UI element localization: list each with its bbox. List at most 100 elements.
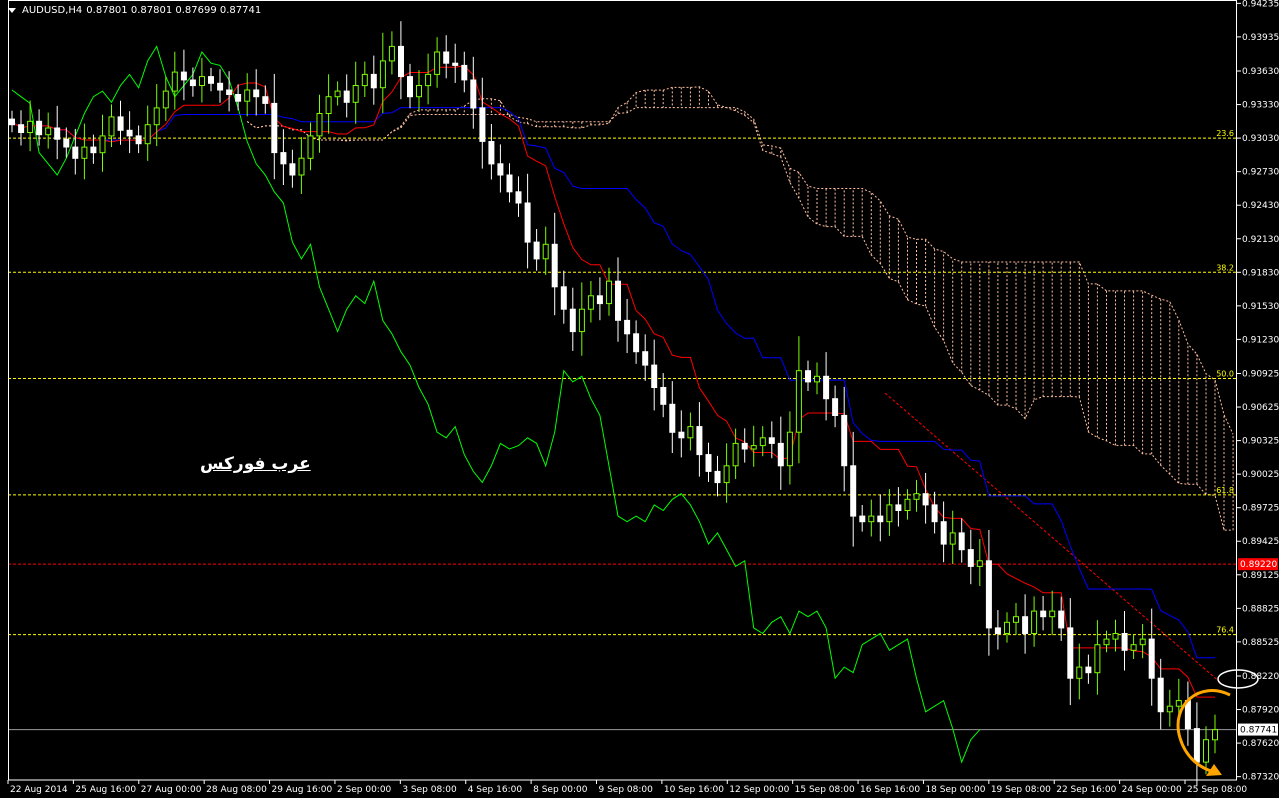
candle: [596, 277, 603, 321]
candle-body: [895, 504, 902, 511]
candle: [54, 105, 61, 160]
candle: [271, 73, 278, 180]
y-tick-label: 0.93630: [1242, 67, 1279, 77]
candle-body: [27, 120, 34, 134]
candle: [407, 63, 413, 109]
ohlc-readout: 0.87801 0.87801 0.87699 0.87741: [86, 4, 262, 16]
y-tick-label: 0.90925: [1242, 370, 1279, 380]
candle-body: [877, 515, 884, 523]
candle-body: [407, 76, 413, 98]
candle-body: [416, 85, 422, 98]
candle: [569, 287, 576, 351]
candle: [434, 37, 441, 88]
candle: [805, 360, 811, 391]
candle-body: [1121, 633, 1128, 651]
x-tick-label: 19 Sep 08:00: [991, 785, 1051, 795]
candle: [108, 104, 115, 147]
y-tick-label: 0.87620: [1242, 739, 1279, 749]
candle-body: [1067, 627, 1074, 679]
candle-body: [226, 89, 233, 95]
candle-body: [208, 76, 214, 84]
candle: [1067, 598, 1074, 706]
y-tick-label: 0.93935: [1242, 33, 1279, 43]
candle: [1004, 612, 1010, 643]
candle-body: [153, 107, 160, 126]
candle-body: [922, 493, 929, 506]
candle-body: [606, 280, 612, 305]
candle-body: [325, 96, 332, 114]
candle: [795, 336, 802, 464]
x-tick-label: 24 Sep 00:00: [1122, 785, 1182, 795]
candle-body: [244, 89, 251, 102]
candle-body: [823, 375, 830, 400]
candle: [777, 416, 784, 490]
y-tick-label: 0.92730: [1242, 168, 1279, 178]
candle-body: [795, 370, 802, 433]
fibonacci-levels: 23.6 38.2 50.0 61.8 76.4: [8, 129, 1237, 636]
candle: [199, 57, 205, 103]
candle-body: [904, 498, 911, 511]
candle-body: [551, 243, 558, 288]
candle-body: [624, 319, 631, 335]
candle: [985, 530, 992, 656]
candle: [27, 100, 34, 152]
candle-body: [1049, 610, 1056, 618]
x-tick-label: 2 Sep 00:00: [337, 785, 392, 795]
candle: [651, 339, 658, 411]
candle: [606, 267, 612, 316]
candle-body: [199, 76, 205, 86]
y-tick-label: 0.87320: [1242, 773, 1279, 783]
chevron-down-icon[interactable]: [8, 7, 16, 13]
candle-body: [633, 333, 640, 353]
candle-body: [524, 202, 531, 243]
chart-canvas[interactable]: 23.6 38.2 50.0 61.8 76.4 0.94235 0.93935 0.936…: [0, 0, 1279, 798]
candle: [578, 282, 585, 356]
candle-body: [832, 398, 839, 417]
candle: [352, 61, 359, 124]
candle-body: [180, 71, 187, 81]
candle: [895, 487, 902, 527]
candle-body: [217, 82, 224, 91]
candle: [1184, 681, 1191, 746]
candle-body: [768, 437, 775, 444]
candle: [786, 411, 793, 485]
candle: [479, 77, 486, 169]
fib-level-label: 61.8: [1216, 486, 1234, 495]
y-tick-label: 0.88220: [1242, 672, 1279, 682]
y-tick-label: 0.87920: [1242, 706, 1279, 716]
candle-body: [307, 135, 314, 159]
candle: [976, 539, 983, 586]
candle: [750, 425, 757, 467]
candle: [696, 402, 703, 477]
x-tick-label: 9 Sep 08:00: [599, 785, 654, 795]
candle-body: [370, 73, 377, 89]
ichimoku-cloud: [246, 86, 1234, 531]
y-tick-label: 0.90025: [1242, 470, 1279, 480]
candle-body: [533, 241, 540, 260]
candle-body: [1175, 700, 1182, 707]
candle: [669, 381, 676, 453]
candle-body: [117, 116, 124, 131]
candle-body: [135, 135, 142, 145]
price-chart[interactable]: 23.6 38.2 50.0 61.8 76.4 0.94235 0.93935 0.936…: [0, 0, 1279, 798]
candle-body: [298, 157, 305, 176]
candle: [913, 480, 920, 512]
candle-body: [1103, 638, 1110, 646]
candle-body: [343, 90, 350, 103]
candle-body: [515, 191, 522, 204]
candle-body: [994, 627, 1001, 635]
candle: [81, 123, 88, 180]
candle-body: [714, 470, 721, 484]
y-tick-label: 0.89425: [1242, 537, 1279, 547]
candle-body: [108, 116, 115, 137]
candle: [850, 431, 857, 547]
candle: [587, 281, 594, 323]
candle-body: [578, 308, 585, 333]
candle-body: [1085, 666, 1092, 674]
candle: [162, 76, 169, 121]
candle: [551, 212, 558, 316]
candle-body: [334, 90, 341, 98]
alert-line: [8, 563, 1237, 731]
candle-body: [651, 364, 658, 389]
x-tick-label: 22 Sep 16:00: [1056, 785, 1116, 795]
